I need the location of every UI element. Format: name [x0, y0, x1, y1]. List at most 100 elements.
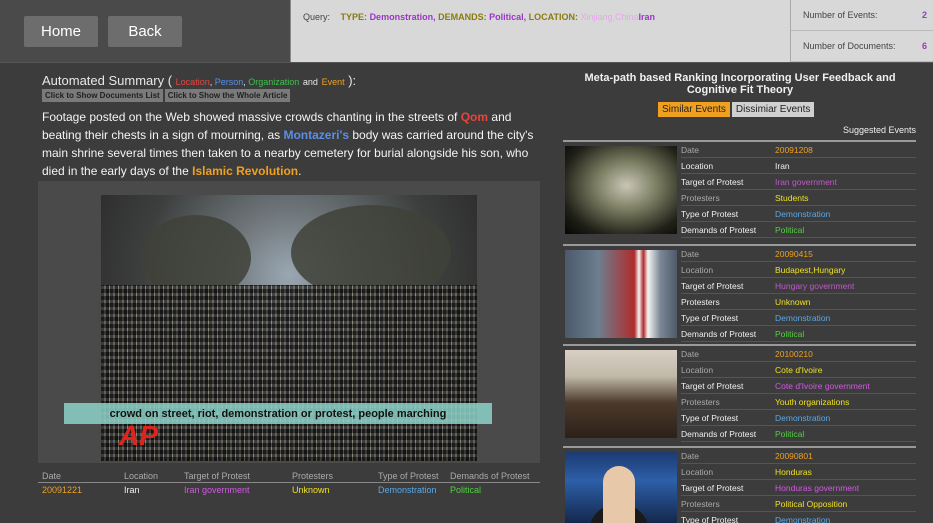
events-count-label: Number of Events:: [803, 10, 878, 20]
suggested-event[interactable]: Date 20091208 Location Iran Target of Prot…: [563, 142, 916, 246]
event-thumbnail[interactable]: [565, 452, 677, 523]
event-detail-table: Date Location Target of Protest Proteste…: [38, 469, 540, 497]
entity-location-qom[interactable]: Qom: [461, 110, 488, 124]
event-location: Honduras: [775, 466, 812, 477]
event-type: Demonstration: [775, 412, 831, 423]
label-type: Type of Protest: [681, 312, 739, 323]
query-demands-key: DEMANDS:: [438, 12, 487, 22]
ap-logo: AP: [119, 420, 158, 451]
detail-header-date: Date: [42, 470, 62, 481]
detail-date: 20091221: [42, 485, 83, 495]
query-type-key: TYPE:: [340, 12, 368, 22]
label-date: Date: [681, 144, 699, 155]
show-article-button[interactable]: Click to Show the Whole Article: [164, 89, 291, 102]
article-text-4: .: [298, 164, 302, 178]
event-thumbnail[interactable]: [565, 250, 677, 338]
tab-dissimilar-events[interactable]: Dissimiar Events: [731, 102, 815, 117]
event-protesters: Students: [775, 192, 809, 203]
label-location: Location: [681, 466, 714, 477]
query-location-key: LOCATION:: [528, 12, 578, 22]
label-demands: Demands of Protest: [681, 328, 757, 339]
event-attributes: Date 20091208 Location Iran Target of Prot…: [681, 142, 916, 238]
top-bar: Home Back Query: TYPE: Demonstration, DE…: [0, 0, 933, 63]
detail-header-type: Type of Protest: [378, 470, 439, 481]
tab-similar-events[interactable]: Similar Events: [658, 102, 730, 117]
anchor-face: [603, 466, 635, 523]
suggested-event[interactable]: Date 20090415 Location Budapest,Hungary Ta…: [563, 246, 916, 350]
label-protesters: Protesters: [681, 192, 720, 203]
label-type: Type of Protest: [681, 514, 739, 523]
summary-title-end: ):: [348, 73, 357, 88]
label-type: Type of Protest: [681, 412, 739, 423]
legend-event: Event: [321, 77, 345, 87]
summary-title: Automated Summary ( Location, Person, Or…: [42, 73, 357, 88]
show-documents-button[interactable]: Click to Show Documents List: [42, 89, 163, 102]
article-text-1: Footage posted on the Web showed massive…: [42, 110, 458, 124]
detail-location: Iran: [124, 485, 140, 495]
event-protesters: Youth organizations: [775, 396, 850, 407]
back-button[interactable]: Back: [108, 16, 182, 47]
detail-header-location: Location: [124, 470, 159, 481]
event-date: 20090801: [775, 450, 813, 461]
suggested-event[interactable]: Date 20100210 Location Cote d'Ivoire Targe…: [563, 346, 916, 450]
detail-protesters: Unknown: [292, 485, 330, 495]
summary-title-text: Automated Summary (: [42, 73, 173, 88]
entity-person-montazeri[interactable]: Montazeri's: [283, 128, 349, 142]
event-target: Honduras government: [775, 482, 860, 493]
query-location-value: Iran: [638, 12, 656, 22]
event-date: 20090415: [775, 248, 813, 259]
label-date: Date: [681, 348, 699, 359]
event-date: 20100210: [775, 348, 813, 359]
documents-count-value: 6: [921, 41, 927, 51]
label-protesters: Protesters: [681, 396, 720, 407]
query-panel: Query: TYPE: Demonstration, DEMANDS: Pol…: [290, 0, 790, 62]
home-button[interactable]: Home: [24, 16, 98, 47]
label-date: Date: [681, 248, 699, 259]
label-target: Target of Protest: [681, 380, 744, 391]
detail-type: Demonstration: [378, 485, 437, 495]
label-date: Date: [681, 450, 699, 461]
event-demands: Political: [775, 428, 805, 439]
event-target: Iran government: [775, 176, 837, 187]
event-protesters: Political Opposition: [775, 498, 848, 509]
detail-header-target: Target of Protest: [184, 470, 251, 481]
summary-tabs: Click to Show Documents List Click to Sh…: [42, 89, 291, 102]
event-location: Cote d'Ivoire: [775, 364, 823, 375]
video-caption: crowd on street, riot, demonstration or …: [64, 403, 492, 424]
events-count-value: 2: [921, 10, 927, 20]
event-location: Budapest,Hungary: [775, 264, 846, 275]
ranking-title: Meta-path based Ranking Incorporating Us…: [584, 72, 896, 96]
event-attributes: Date 20090415 Location Budapest,Hungary Ta…: [681, 246, 916, 342]
event-type: Demonstration: [775, 514, 831, 523]
legend-person: Person: [214, 77, 244, 87]
event-date: 20091208: [775, 144, 813, 155]
event-attributes: Date 20100210 Location Cote d'Ivoire Targe…: [681, 346, 916, 442]
event-type: Demonstration: [775, 312, 831, 323]
event-target: Cote d'Ivoire government: [775, 380, 870, 391]
entity-event-revolution[interactable]: Islamic Revolution: [192, 164, 298, 178]
similarity-tabs: Similar Events Dissimiar Events: [658, 102, 815, 117]
query-type-value: Demonstration,: [369, 12, 436, 22]
event-location: Iran: [775, 160, 790, 171]
documents-count-row: Number of Documents: 6: [791, 31, 933, 62]
event-attributes: Date 20090801 Location Honduras Target of …: [681, 448, 916, 523]
label-demands: Demands of Protest: [681, 428, 757, 439]
suggested-event[interactable]: Date 20090801 Location Honduras Target of …: [563, 448, 916, 523]
detail-target: Iran government: [184, 485, 250, 495]
event-thumbnail[interactable]: [565, 350, 677, 438]
legend-location: Location: [175, 77, 210, 87]
label-target: Target of Protest: [681, 280, 744, 291]
counts-panel: Number of Events: 2 Number of Documents:…: [790, 0, 933, 62]
detail-header-protesters: Protesters: [292, 470, 334, 481]
label-target: Target of Protest: [681, 482, 744, 493]
event-thumbnail[interactable]: [565, 146, 677, 234]
query-location-removed[interactable]: Xinjiang,China: [580, 12, 638, 22]
detail-value-row: 20091221 Iran Iran government Unknown De…: [38, 483, 540, 497]
event-target: Hungary government: [775, 280, 855, 291]
label-target: Target of Protest: [681, 176, 744, 187]
detail-demands: Political: [450, 485, 482, 495]
event-protesters: Unknown: [775, 296, 811, 307]
events-count-row: Number of Events: 2: [791, 0, 933, 31]
query-demands-value: Political,: [489, 12, 527, 22]
label-location: Location: [681, 264, 714, 275]
